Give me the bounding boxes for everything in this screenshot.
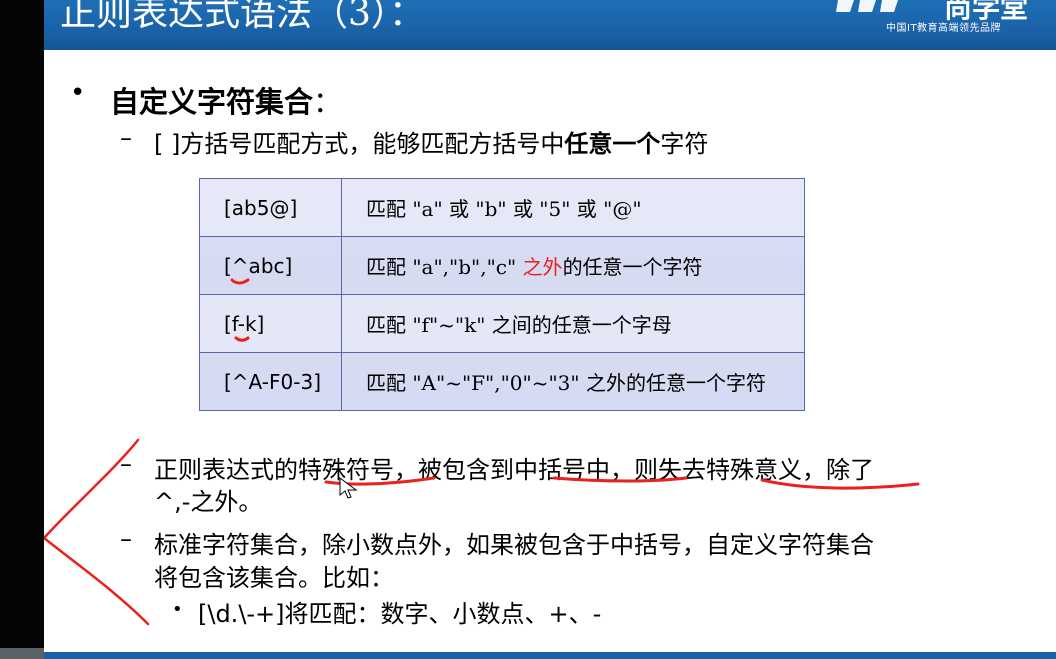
- special-symbols-line2: ^,-之外。: [154, 488, 263, 516]
- slide-title: 正则表达式语法（3）：: [60, 0, 425, 34]
- desc-text: 匹配 "a" 或 "b" 或 "5" 或 "@": [366, 197, 642, 221]
- desc-text: 匹配 "a","b","c": [366, 255, 523, 279]
- sub1-part1: [ ]方括号匹配方式，能够匹配方括号中: [154, 130, 565, 158]
- table-cell-pattern: [^abc]: [199, 236, 342, 295]
- table-cell-pattern: [f-k]: [199, 294, 342, 353]
- char-set-table: [ab5@] 匹配 "a" 或 "b" 或 "5" 或 "@" [^abc] 匹…: [199, 178, 805, 411]
- desc-text: 匹配 "A"~"F","0"~"3" 之外的任意一个字符: [366, 371, 766, 395]
- slide: 正则表达式语法（3）： 尚学堂 中国IT教育高端领先品牌 • 自定义字符集合： …: [44, 0, 1056, 659]
- logo-mark-icon: [836, 0, 898, 12]
- sub-bullet-bracket-intro: [ ]方括号匹配方式，能够匹配方括号中任意一个字符: [154, 124, 708, 159]
- table-row: [ab5@] 匹配 "a" 或 "b" 或 "5" 或 "@": [199, 178, 805, 237]
- table-row: [^A-F0-3] 匹配 "A"~"F","0"~"3" 之外的任意一个字符: [199, 352, 805, 411]
- bullet-heading-title: 自定义字符集合: [110, 85, 314, 119]
- desc-highlight: 之外: [522, 255, 563, 279]
- table-cell-description: 匹配 "A"~"F","0"~"3" 之外的任意一个字符: [341, 352, 805, 411]
- dash-marker: –: [120, 450, 132, 478]
- desc-text-tail: 的任意一个字符: [562, 255, 703, 279]
- example-line: [\d.\-+]将匹配：数字、小数点、+、-: [198, 600, 602, 628]
- bullet-dot: •: [70, 78, 86, 108]
- table-cell-description: 匹配 "f"~"k" 之间的任意一个字母: [341, 294, 805, 353]
- annotation-bracket: [44, 438, 150, 626]
- sub1-bold: 任意一个: [564, 130, 661, 158]
- table-row: [^abc] 匹配 "a","b","c" 之外的任意一个字符: [199, 236, 805, 295]
- standard-set-line1: 标准字符集合，除小数点外，如果被包含于中括号，自定义字符集合: [154, 531, 874, 559]
- table-cell-pattern: [^A-F0-3]: [199, 352, 342, 411]
- dash-marker: –: [120, 124, 132, 152]
- table-cell-pattern: [ab5@]: [199, 178, 342, 237]
- left-black-strip: [0, 0, 44, 659]
- table-cell-description: 匹配 "a" 或 "b" 或 "5" 或 "@": [341, 178, 805, 237]
- table-row: [f-k] 匹配 "f"~"k" 之间的任意一个字母: [199, 294, 805, 353]
- bullet-heading: 自定义字符集合：: [110, 79, 342, 121]
- dash-marker: –: [120, 525, 132, 553]
- sub-bullet-dot: •: [172, 599, 183, 620]
- sub1-part2: 字符: [660, 130, 709, 158]
- logo-slogan: 中国IT教育高端领先品牌: [886, 23, 1002, 34]
- desc-text: 匹配 "f"~"k" 之间的任意一个字母: [366, 313, 672, 337]
- slide-footer-bar: [44, 652, 1056, 659]
- standard-set-line2: 将包含该集合。比如：: [154, 564, 394, 592]
- slide-header: 正则表达式语法（3）： 尚学堂 中国IT教育高端领先品牌: [44, 0, 1056, 50]
- bullet-heading-colon: ：: [313, 85, 343, 119]
- table-cell-description: 匹配 "a","b","c" 之外的任意一个字符: [341, 236, 805, 295]
- special-symbols-line1: 正则表达式的特殊符号，被包含到中括号中，则失去特殊意义，除了: [154, 456, 874, 484]
- left-strip-footer: [0, 648, 44, 659]
